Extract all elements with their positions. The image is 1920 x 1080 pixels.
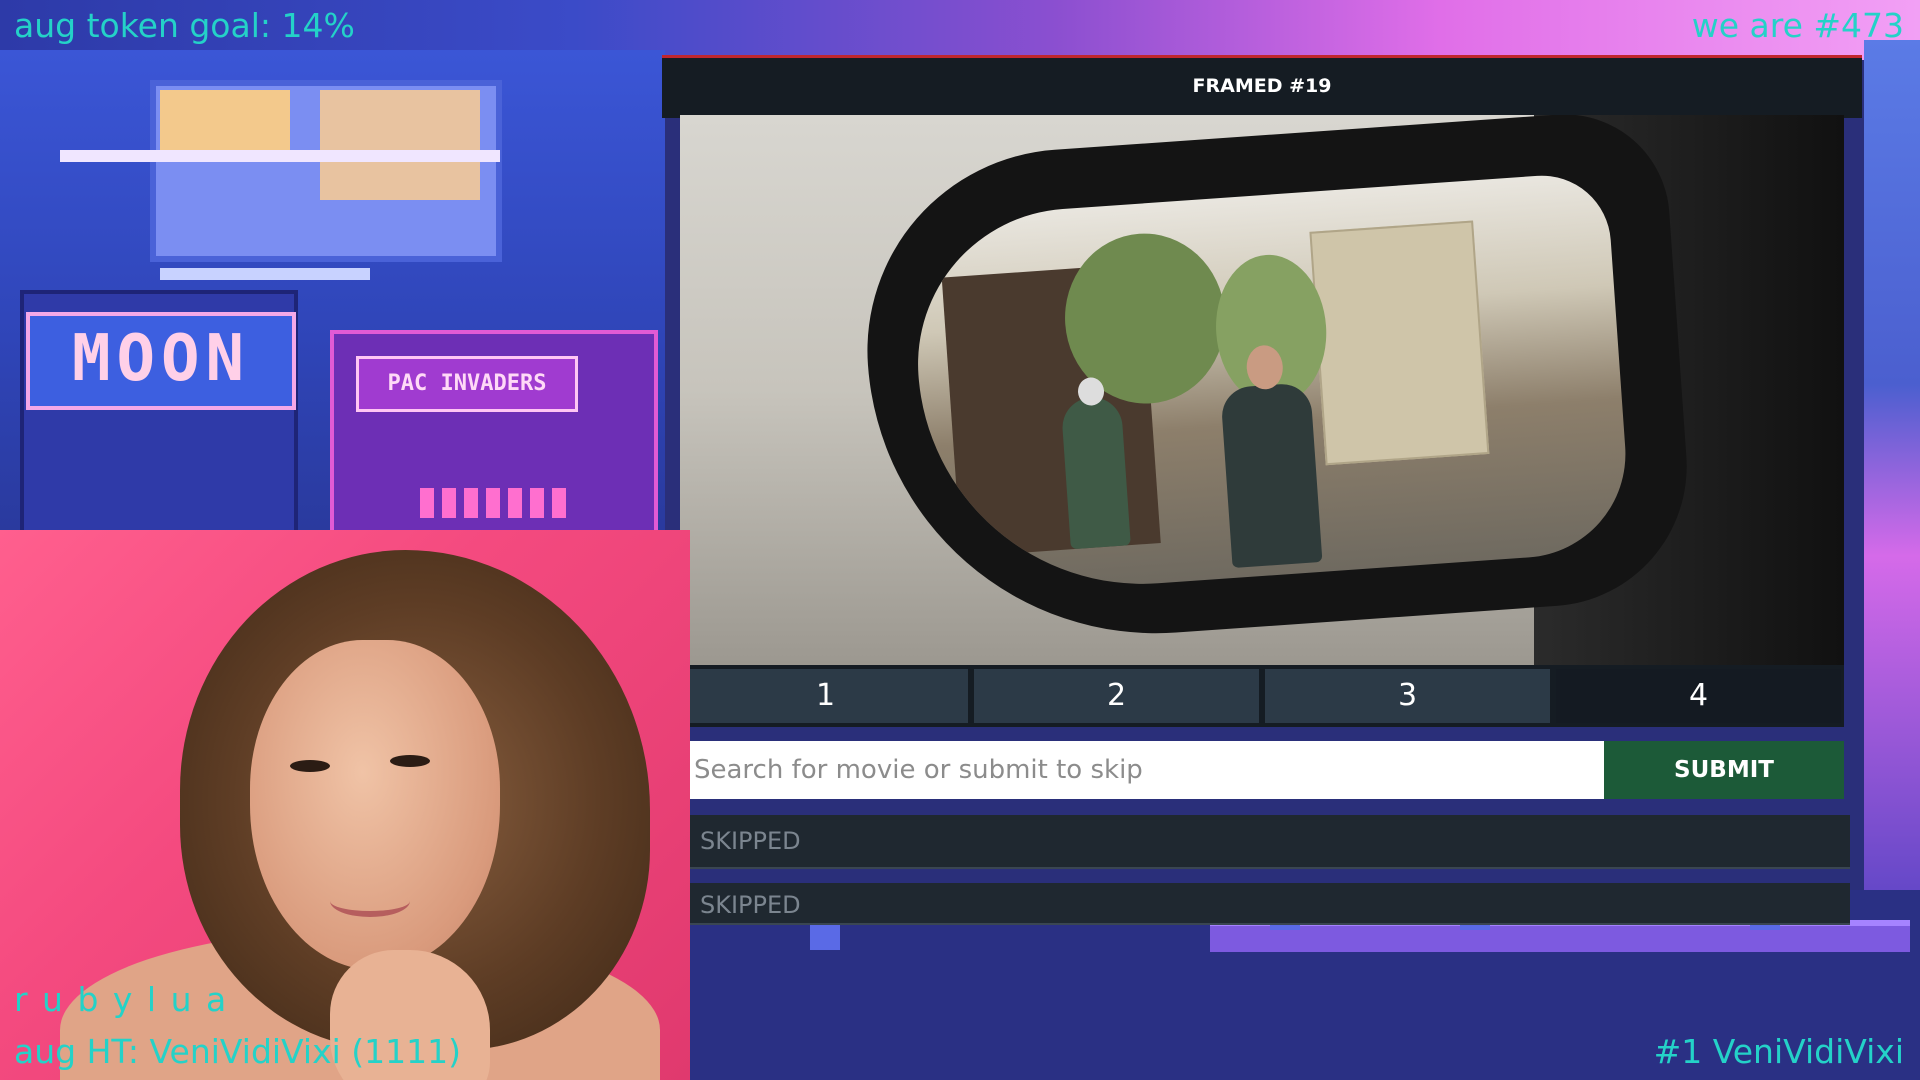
- shelf: [160, 268, 370, 280]
- person-figure: [1060, 395, 1131, 550]
- tab-frame-3[interactable]: 3: [1265, 669, 1550, 723]
- streamer-face: [250, 640, 500, 970]
- aug-ht-text: aug HT: VeniVidiVixi (1111): [14, 1032, 461, 1071]
- window-sun: [160, 90, 290, 150]
- tab-frame-4[interactable]: 4: [1556, 669, 1841, 723]
- movie-search-input[interactable]: [680, 741, 1604, 799]
- streamer-eye: [290, 760, 330, 772]
- shelf: [60, 150, 500, 162]
- tab-frame-1[interactable]: 1: [683, 669, 968, 723]
- submit-button[interactable]: SUBMIT: [1604, 741, 1844, 799]
- framed-game-panel: FRAMED #19 1 2 3 4 SUBMIT SKIPPED SKIPPE…: [662, 55, 1862, 925]
- arcade-keys: [420, 488, 570, 518]
- streamer-eye: [390, 755, 430, 767]
- guess-row-1: SKIPPED: [680, 815, 1850, 869]
- movie-frame-image: [680, 115, 1844, 665]
- streamer-smile: [330, 885, 410, 917]
- token-goal-text: aug token goal: 14%: [14, 6, 355, 45]
- window-sun: [320, 90, 480, 200]
- side-mirror-reflection: [907, 171, 1633, 599]
- rank-text: we are #473: [1691, 6, 1904, 45]
- moon-sign: MOON: [26, 312, 296, 410]
- guess-row-2: SKIPPED: [680, 883, 1850, 925]
- top-tipper-text: #1 VeniVidiVixi: [1653, 1032, 1904, 1071]
- panel-header: FRAMED #19: [662, 55, 1862, 118]
- tower: [1309, 220, 1490, 466]
- guess-label: SKIPPED: [700, 891, 801, 919]
- invaders-sign: PAC INVADERS: [356, 356, 578, 412]
- person-figure: [1220, 382, 1323, 569]
- game-title: FRAMED #19: [1192, 75, 1332, 97]
- right-background-strip: [1864, 40, 1920, 900]
- tab-frame-2[interactable]: 2: [974, 669, 1259, 723]
- streamer-username: r u b y l u a: [14, 980, 229, 1019]
- guess-row: SUBMIT: [680, 741, 1844, 799]
- frame-tabs: 1 2 3 4: [680, 665, 1844, 727]
- guess-label: SKIPPED: [700, 827, 801, 855]
